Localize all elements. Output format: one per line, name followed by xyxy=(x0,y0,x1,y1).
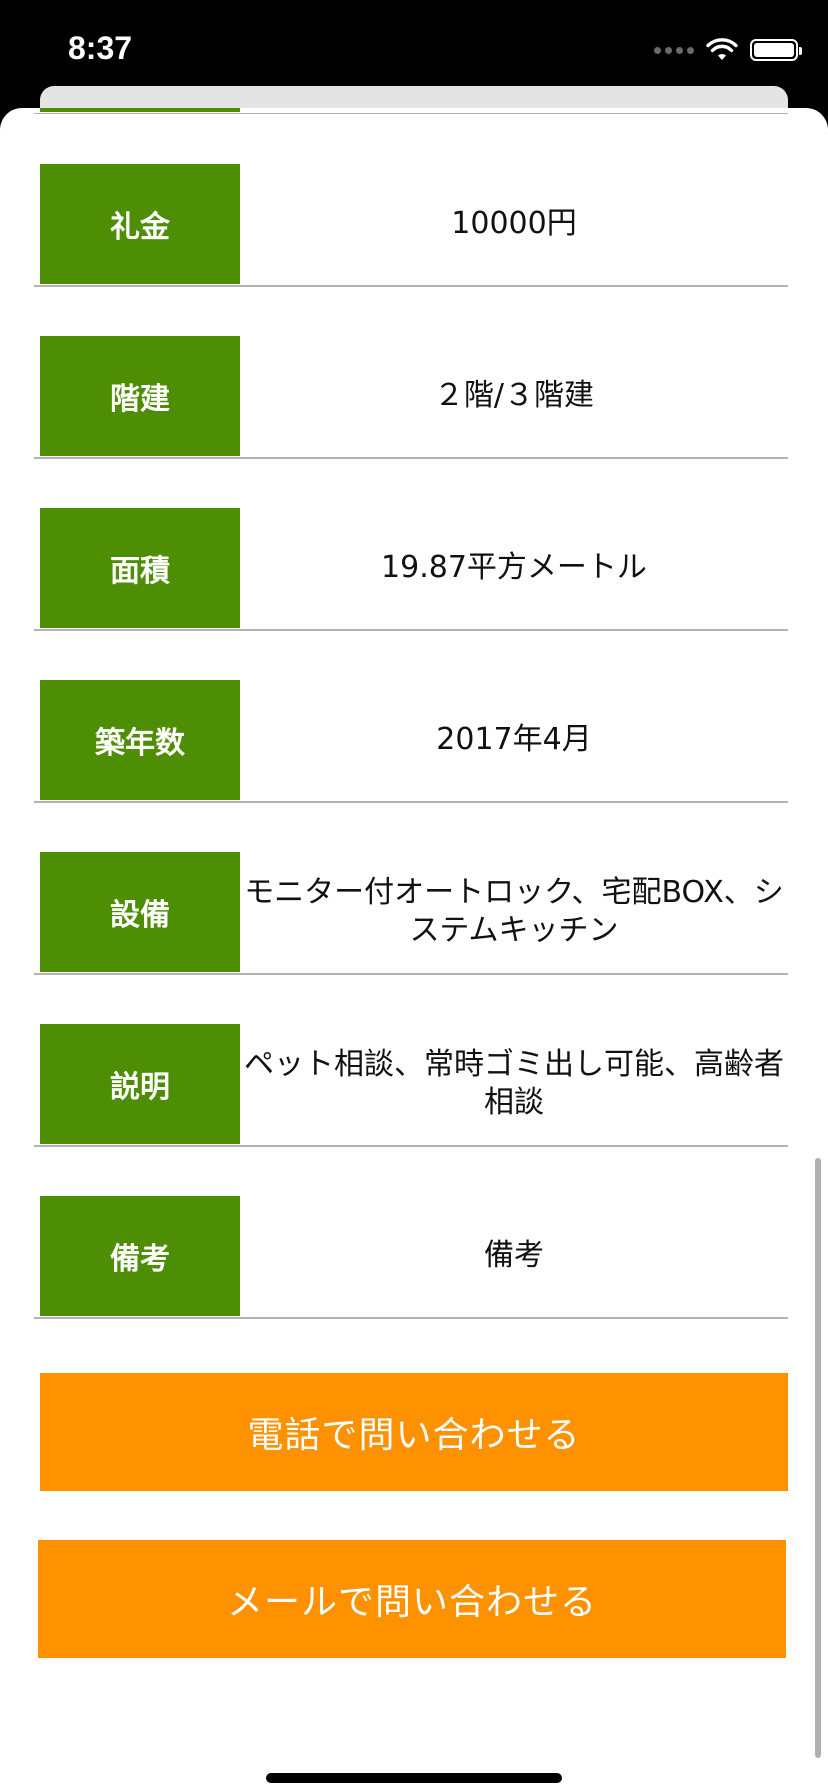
row-value: 備考 xyxy=(484,1238,544,1273)
row-label: 階建 xyxy=(40,336,240,456)
phone-inquiry-button[interactable]: 電話で問い合わせる xyxy=(40,1373,788,1491)
row-label: 礼金 xyxy=(40,164,240,284)
divider xyxy=(34,113,788,114)
row-value: ペット相談、常時ゴミ出し可能、高齢者相談 xyxy=(244,1047,784,1120)
previous-row-label-edge xyxy=(40,108,240,112)
row-value: 19.87平方メートル xyxy=(381,550,647,585)
row-label: 築年数 xyxy=(40,680,240,800)
detail-row-area: 面積 19.87平方メートル xyxy=(34,508,788,631)
home-indicator[interactable] xyxy=(266,1773,562,1783)
signal-icon xyxy=(654,46,694,54)
wifi-icon xyxy=(706,38,738,60)
row-value: 2017年4月 xyxy=(436,722,592,757)
detail-row-key-money: 礼金 10000円 xyxy=(34,164,788,287)
detail-row-description: 説明 ペット相談、常時ゴミ出し可能、高齢者相談 xyxy=(34,1024,788,1147)
mail-inquiry-button[interactable]: メールで問い合わせる xyxy=(38,1540,786,1658)
detail-row-remarks: 備考 備考 xyxy=(34,1196,788,1319)
row-label: 説明 xyxy=(40,1024,240,1144)
row-label: 備考 xyxy=(40,1196,240,1316)
row-value: 10000円 xyxy=(451,206,577,241)
row-label: 面積 xyxy=(40,508,240,628)
battery-icon xyxy=(750,39,802,61)
detail-row-floor: 階建 ２階/３階建 xyxy=(34,336,788,459)
detail-row-facilities: 設備 モニター付オートロック、宅配BOX、システムキッチン xyxy=(34,852,788,975)
row-value: ２階/３階建 xyxy=(433,378,595,413)
property-detail-sheet[interactable]: 礼金 10000円 階建 ２階/３階建 面積 19.87平方メートル 築年数 2… xyxy=(0,108,828,1792)
scroll-indicator[interactable] xyxy=(815,1158,821,1758)
row-label: 設備 xyxy=(40,852,240,972)
status-icons xyxy=(654,38,802,62)
status-bar: 8:37 xyxy=(0,0,828,100)
status-time: 8:37 xyxy=(68,30,133,66)
row-value: モニター付オートロック、宅配BOX、システムキッチン xyxy=(244,875,784,948)
detail-row-built-year: 築年数 2017年4月 xyxy=(34,680,788,803)
